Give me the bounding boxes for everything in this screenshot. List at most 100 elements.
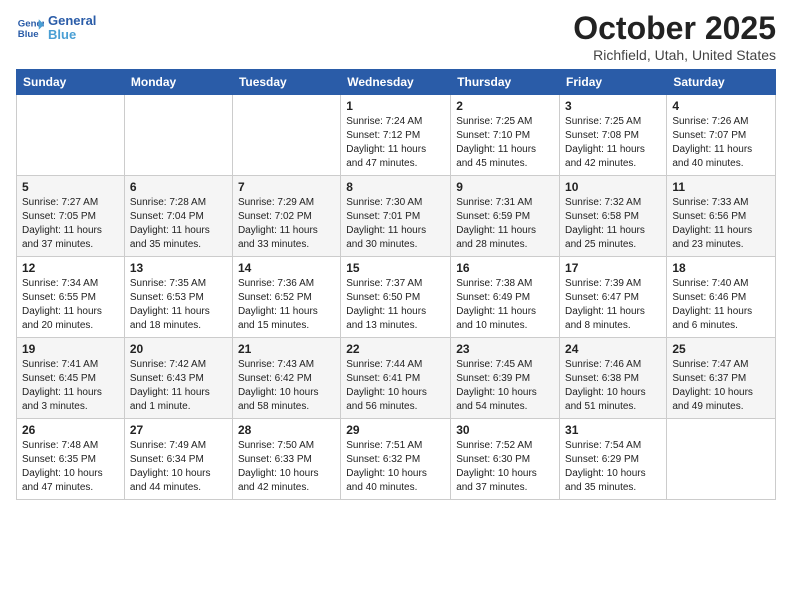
col-tuesday: Tuesday: [232, 70, 340, 95]
table-row: 17 Sunrise: 7:39 AM Sunset: 6:47 PM Dayli…: [560, 257, 667, 338]
day-number: 19: [22, 342, 119, 356]
day-number: 10: [565, 180, 661, 194]
table-row: 5 Sunrise: 7:27 AM Sunset: 7:05 PM Daylig…: [17, 176, 125, 257]
day-info: Sunrise: 7:54 AM Sunset: 6:29 PM Dayligh…: [565, 439, 661, 495]
day-number: 9: [456, 180, 554, 194]
day-number: 1: [346, 99, 445, 113]
day-info: Sunrise: 7:37 AM Sunset: 6:50 PM Dayligh…: [346, 277, 445, 333]
day-info: Sunrise: 7:49 AM Sunset: 6:34 PM Dayligh…: [130, 439, 227, 495]
day-info: Sunrise: 7:28 AM Sunset: 7:04 PM Dayligh…: [130, 196, 227, 252]
table-row: 27 Sunrise: 7:49 AM Sunset: 6:34 PM Dayli…: [124, 419, 232, 500]
svg-text:Blue: Blue: [18, 29, 39, 40]
day-info: Sunrise: 7:52 AM Sunset: 6:30 PM Dayligh…: [456, 439, 554, 495]
day-info: Sunrise: 7:32 AM Sunset: 6:58 PM Dayligh…: [565, 196, 661, 252]
table-row: 21Sunrise: 7:43 AM Sunset: 6:42 PM Dayli…: [232, 338, 340, 419]
calendar-week-row: 26 Sunrise: 7:48 AM Sunset: 6:35 PM Dayli…: [17, 419, 776, 500]
day-number: 29: [346, 423, 445, 437]
day-info: Sunrise: 7:25 AM Sunset: 7:08 PM Dayligh…: [565, 115, 661, 171]
table-row: 8Sunrise: 7:30 AM Sunset: 7:01 PM Daylig…: [341, 176, 451, 257]
day-number: 24: [565, 342, 661, 356]
calendar-body: 1 Sunrise: 7:24 AM Sunset: 7:12 PM Daylig…: [17, 95, 776, 500]
day-info: Sunrise: 7:33 AM Sunset: 6:56 PM Dayligh…: [672, 196, 770, 252]
day-info: Sunrise: 7:24 AM Sunset: 7:12 PM Dayligh…: [346, 115, 445, 171]
day-info: Sunrise: 7:35 AM Sunset: 6:53 PM Dayligh…: [130, 277, 227, 333]
day-info: Sunrise: 7:34 AM Sunset: 6:55 PM Dayligh…: [22, 277, 119, 333]
title-block: October 2025 Richfield, Utah, United Sta…: [573, 10, 776, 63]
col-friday: Friday: [560, 70, 667, 95]
calendar-header-row: Sunday Monday Tuesday Wednesday Thursday…: [17, 70, 776, 95]
day-number: 5: [22, 180, 119, 194]
table-row: 29 Sunrise: 7:51 AM Sunset: 6:32 PM Dayli…: [341, 419, 451, 500]
table-row: 16 Sunrise: 7:38 AM Sunset: 6:49 PM Dayli…: [451, 257, 560, 338]
table-row: 15 Sunrise: 7:37 AM Sunset: 6:50 PM Dayli…: [341, 257, 451, 338]
day-number: 15: [346, 261, 445, 275]
day-info: Sunrise: 7:48 AM Sunset: 6:35 PM Dayligh…: [22, 439, 119, 495]
day-info: Sunrise: 7:36 AM Sunset: 6:52 PM Dayligh…: [238, 277, 335, 333]
table-row: 2Sunrise: 7:25 AM Sunset: 7:10 PM Daylig…: [451, 95, 560, 176]
table-row: 24Sunrise: 7:46 AM Sunset: 6:38 PM Dayli…: [560, 338, 667, 419]
table-row: [124, 95, 232, 176]
day-number: 26: [22, 423, 119, 437]
calendar-week-row: 1 Sunrise: 7:24 AM Sunset: 7:12 PM Daylig…: [17, 95, 776, 176]
table-row: 28Sunrise: 7:50 AM Sunset: 6:33 PM Dayli…: [232, 419, 340, 500]
day-number: 14: [238, 261, 335, 275]
day-info: Sunrise: 7:51 AM Sunset: 6:32 PM Dayligh…: [346, 439, 445, 495]
col-saturday: Saturday: [667, 70, 776, 95]
day-info: Sunrise: 7:42 AM Sunset: 6:43 PM Dayligh…: [130, 358, 227, 414]
location: Richfield, Utah, United States: [573, 47, 776, 63]
table-row: 9 Sunrise: 7:31 AM Sunset: 6:59 PM Daylig…: [451, 176, 560, 257]
day-number: 6: [130, 180, 227, 194]
logo-text: General Blue: [48, 14, 96, 43]
table-row: 31Sunrise: 7:54 AM Sunset: 6:29 PM Dayli…: [560, 419, 667, 500]
table-row: 19Sunrise: 7:41 AM Sunset: 6:45 PM Dayli…: [17, 338, 125, 419]
day-number: 17: [565, 261, 661, 275]
day-number: 7: [238, 180, 335, 194]
day-info: Sunrise: 7:38 AM Sunset: 6:49 PM Dayligh…: [456, 277, 554, 333]
day-number: 25: [672, 342, 770, 356]
day-number: 27: [130, 423, 227, 437]
table-row: 25Sunrise: 7:47 AM Sunset: 6:37 PM Dayli…: [667, 338, 776, 419]
day-info: Sunrise: 7:31 AM Sunset: 6:59 PM Dayligh…: [456, 196, 554, 252]
day-info: Sunrise: 7:40 AM Sunset: 6:46 PM Dayligh…: [672, 277, 770, 333]
table-row: 1 Sunrise: 7:24 AM Sunset: 7:12 PM Daylig…: [341, 95, 451, 176]
table-row: 13 Sunrise: 7:35 AM Sunset: 6:53 PM Dayli…: [124, 257, 232, 338]
calendar-table: Sunday Monday Tuesday Wednesday Thursday…: [16, 69, 776, 500]
table-row: 30Sunrise: 7:52 AM Sunset: 6:30 PM Dayli…: [451, 419, 560, 500]
day-info: Sunrise: 7:44 AM Sunset: 6:41 PM Dayligh…: [346, 358, 445, 414]
day-info: Sunrise: 7:27 AM Sunset: 7:05 PM Dayligh…: [22, 196, 119, 252]
day-number: 28: [238, 423, 335, 437]
day-number: 22: [346, 342, 445, 356]
day-number: 13: [130, 261, 227, 275]
table-row: 23 Sunrise: 7:45 AM Sunset: 6:39 PM Dayli…: [451, 338, 560, 419]
page-container: General Blue General Blue October 2025 R…: [0, 0, 792, 510]
table-row: 20 Sunrise: 7:42 AM Sunset: 6:43 PM Dayli…: [124, 338, 232, 419]
calendar-week-row: 12Sunrise: 7:34 AM Sunset: 6:55 PM Dayli…: [17, 257, 776, 338]
day-number: 3: [565, 99, 661, 113]
col-monday: Monday: [124, 70, 232, 95]
col-wednesday: Wednesday: [341, 70, 451, 95]
table-row: 7 Sunrise: 7:29 AM Sunset: 7:02 PM Daylig…: [232, 176, 340, 257]
table-row: 10 Sunrise: 7:32 AM Sunset: 6:58 PM Dayli…: [560, 176, 667, 257]
header: General Blue General Blue October 2025 R…: [16, 10, 776, 63]
month-title: October 2025: [573, 10, 776, 47]
table-row: 12Sunrise: 7:34 AM Sunset: 6:55 PM Dayli…: [17, 257, 125, 338]
day-number: 23: [456, 342, 554, 356]
table-row: [667, 419, 776, 500]
table-row: 18 Sunrise: 7:40 AM Sunset: 6:46 PM Dayli…: [667, 257, 776, 338]
day-number: 18: [672, 261, 770, 275]
day-number: 16: [456, 261, 554, 275]
day-info: Sunrise: 7:25 AM Sunset: 7:10 PM Dayligh…: [456, 115, 554, 171]
table-row: 11Sunrise: 7:33 AM Sunset: 6:56 PM Dayli…: [667, 176, 776, 257]
col-sunday: Sunday: [17, 70, 125, 95]
day-number: 20: [130, 342, 227, 356]
day-info: Sunrise: 7:29 AM Sunset: 7:02 PM Dayligh…: [238, 196, 335, 252]
day-info: Sunrise: 7:43 AM Sunset: 6:42 PM Dayligh…: [238, 358, 335, 414]
table-row: 4Sunrise: 7:26 AM Sunset: 7:07 PM Daylig…: [667, 95, 776, 176]
calendar-week-row: 5 Sunrise: 7:27 AM Sunset: 7:05 PM Daylig…: [17, 176, 776, 257]
logo: General Blue General Blue: [16, 14, 96, 43]
day-info: Sunrise: 7:26 AM Sunset: 7:07 PM Dayligh…: [672, 115, 770, 171]
calendar-week-row: 19Sunrise: 7:41 AM Sunset: 6:45 PM Dayli…: [17, 338, 776, 419]
table-row: 3 Sunrise: 7:25 AM Sunset: 7:08 PM Daylig…: [560, 95, 667, 176]
day-info: Sunrise: 7:39 AM Sunset: 6:47 PM Dayligh…: [565, 277, 661, 333]
day-info: Sunrise: 7:45 AM Sunset: 6:39 PM Dayligh…: [456, 358, 554, 414]
